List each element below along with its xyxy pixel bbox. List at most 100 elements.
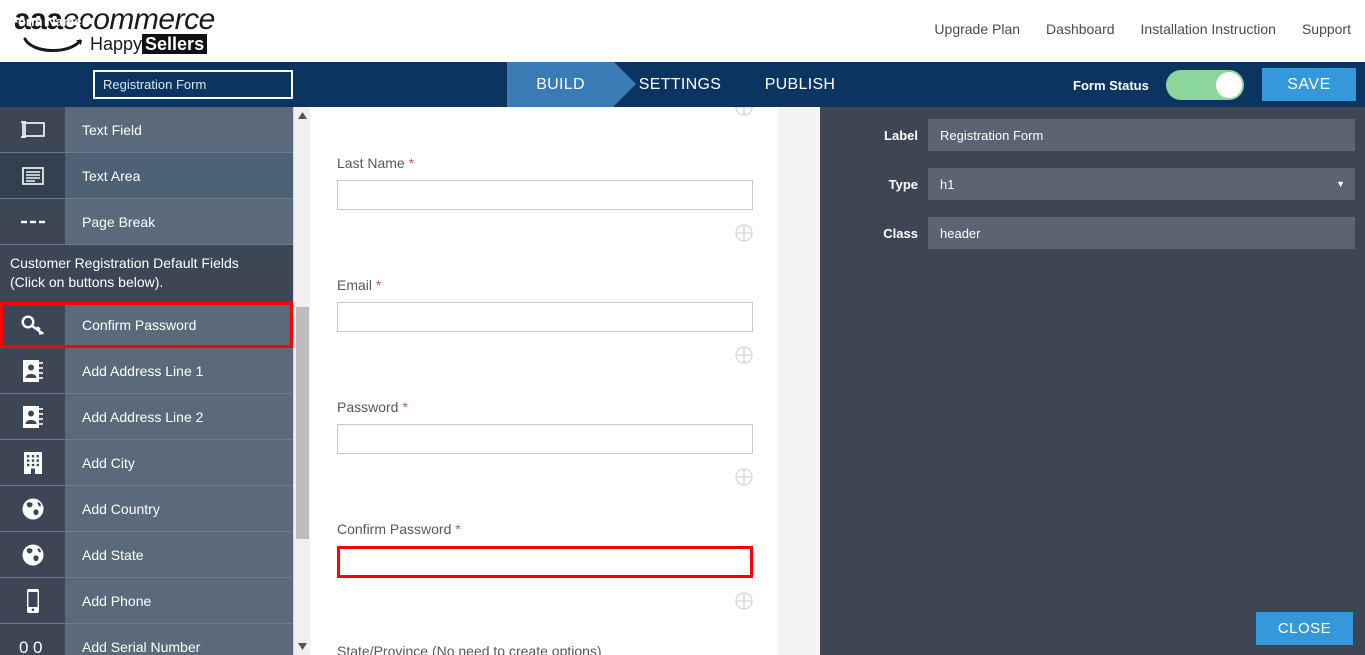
form-field-last-name-label: Last Name * <box>337 155 753 171</box>
mobile-phone-icon <box>0 578 65 623</box>
property-class-label: Class <box>883 225 918 241</box>
sidebar-item-add-serial-number[interactable]: 0 0 Add Serial Number <box>0 624 293 655</box>
label-text: Last Name <box>337 155 405 171</box>
form-field-password: Password * <box>337 399 753 486</box>
required-marker: * <box>455 521 461 537</box>
form-status-toggle[interactable] <box>1166 70 1244 100</box>
sidebar-item-add-state-label: Add State <box>82 546 144 563</box>
sidebar-item-add-serial-number-label: Add Serial Number <box>82 638 201 655</box>
logo-tagline-happy: Happy <box>90 34 143 54</box>
move-handle-icon[interactable] <box>735 468 753 486</box>
default-fields-note: Customer Registration Default Fields (Cl… <box>0 245 293 302</box>
sidebar-item-text-area[interactable]: Text Area <box>0 153 293 199</box>
scroll-up-arrow-icon[interactable] <box>294 107 311 124</box>
sidebar-item-add-phone[interactable]: Add Phone <box>0 578 293 624</box>
scroll-down-arrow-icon[interactable] <box>294 638 311 655</box>
move-handle-icon[interactable] <box>735 224 753 242</box>
property-type-label: Type <box>888 176 918 192</box>
nav-link-support[interactable]: Support <box>1302 21 1351 37</box>
element-properties-panel: Label Type h1 ▼ Class CLOSE <box>820 107 1365 655</box>
svg-text:0: 0 <box>19 638 28 655</box>
sidebar-item-page-break[interactable]: Page Break <box>0 199 293 245</box>
tab-settings[interactable]: SETTINGS <box>620 62 740 107</box>
key-icon <box>0 302 65 347</box>
tab-build-label: BUILD <box>536 75 585 93</box>
tab-build[interactable]: BUILD <box>507 62 614 107</box>
label-text: Password <box>337 399 399 415</box>
number-icon: 0 0 <box>0 624 65 655</box>
sidebar-item-confirm-password[interactable]: Confirm Password <box>0 302 293 348</box>
toggle-knob <box>1216 72 1242 98</box>
sidebar-item-text-area-label: Text Area <box>82 167 141 184</box>
sidebar-scrollbar[interactable] <box>293 107 310 655</box>
sidebar-item-add-city-label: Add City <box>82 454 135 471</box>
property-row-label: Label <box>820 119 1365 151</box>
sidebar-item-add-address-line-1[interactable]: Add Address Line 1 <box>0 348 293 394</box>
components-sidebar[interactable]: Text Field Text Area Page Break Customer… <box>0 107 293 655</box>
form-field-confirm-password-label: Confirm Password * <box>337 521 753 537</box>
nav-link-installation-instruction[interactable]: Installation Instruction <box>1141 21 1276 37</box>
confirm-password-input[interactable] <box>337 546 753 578</box>
close-button[interactable]: CLOSE <box>1256 612 1353 645</box>
nav-link-upgrade-plan[interactable]: Upgrade Plan <box>934 21 1020 37</box>
property-label-label: Label <box>884 127 918 143</box>
form-status-label: Form Status <box>1073 78 1149 93</box>
property-row-type: Type h1 ▼ <box>820 168 1365 200</box>
sidebar-item-add-address-line-1-label: Add Address Line 1 <box>82 362 204 379</box>
tab-publish[interactable]: PUBLISH <box>750 62 850 107</box>
primary-navigation: Upgrade Plan Dashboard Installation Inst… <box>934 21 1351 37</box>
required-marker: * <box>402 399 408 415</box>
tab-publish-label: PUBLISH <box>764 75 836 93</box>
save-button[interactable]: SAVE <box>1262 68 1356 101</box>
sidebar-item-add-address-line-2[interactable]: Add Address Line 2 <box>0 394 293 440</box>
tab-settings-label: SETTINGS <box>638 75 722 93</box>
form-field-state-province-label: State/Province (No need to create option… <box>337 643 602 655</box>
form-field-last-name: Last Name * <box>337 155 753 242</box>
property-type-select[interactable]: h1 ▼ <box>928 168 1355 200</box>
property-type-value: h1 <box>940 176 955 192</box>
form-field-password-label: Password * <box>337 399 753 415</box>
email-input[interactable] <box>337 302 753 332</box>
form-field-email: Email * <box>337 277 753 364</box>
text-field-icon <box>0 107 65 152</box>
sidebar-item-add-address-line-2-label: Add Address Line 2 <box>82 408 204 425</box>
logo-tagline: Happy Sellers <box>90 34 208 55</box>
property-class-input[interactable] <box>928 217 1355 249</box>
property-row-class: Class <box>820 217 1365 249</box>
top-brand-bar: aaaecommerce Happy Sellers Upgrade Plan D… <box>0 0 1365 62</box>
canvas-gutter <box>778 107 820 655</box>
last-name-input[interactable] <box>337 180 753 210</box>
property-label-input[interactable] <box>928 119 1355 151</box>
move-handle-icon[interactable] <box>735 346 753 364</box>
address-book-icon <box>0 394 65 439</box>
sidebar-item-add-city[interactable]: Add City <box>0 440 293 486</box>
label-text: Confirm Password <box>337 521 452 537</box>
globe-icon <box>0 532 65 577</box>
sidebar-item-add-phone-label: Add Phone <box>82 592 152 609</box>
form-name-input[interactable] <box>93 70 293 99</box>
move-handle-icon[interactable] <box>735 592 753 610</box>
form-field-state-province: State/Province (No need to create option… <box>337 643 753 655</box>
form-field-email-label: Email * <box>337 277 753 293</box>
form-canvas[interactable]: Last Name * Email * Password * Confirm P… <box>311 107 778 655</box>
site-logo[interactable]: aaaecommerce Happy Sellers <box>14 4 244 58</box>
required-marker: * <box>408 155 415 171</box>
address-book-icon <box>0 348 65 393</box>
move-handle-icon[interactable] <box>735 107 753 121</box>
sidebar-item-add-country[interactable]: Add Country <box>0 486 293 532</box>
sidebar-item-text-field[interactable]: Text Field <box>0 107 293 153</box>
password-input[interactable] <box>337 424 753 454</box>
form-name-label: Form Name: <box>10 14 86 29</box>
nav-link-dashboard[interactable]: Dashboard <box>1046 21 1115 37</box>
smile-swoosh-icon <box>23 37 82 53</box>
label-text: Email <box>337 277 373 293</box>
sidebar-item-add-country-label: Add Country <box>82 500 160 517</box>
text-area-icon <box>0 153 65 198</box>
sidebar-item-text-field-label: Text Field <box>82 121 142 138</box>
sidebar-scrollbar-thumb[interactable] <box>296 307 309 539</box>
sidebar-item-add-state[interactable]: Add State <box>0 532 293 578</box>
form-field-confirm-password: Confirm Password * <box>337 521 753 610</box>
svg-text:0: 0 <box>33 638 42 655</box>
chevron-down-icon: ▼ <box>1336 179 1345 189</box>
default-fields-note-line2: (Click on buttons below). <box>10 274 164 290</box>
